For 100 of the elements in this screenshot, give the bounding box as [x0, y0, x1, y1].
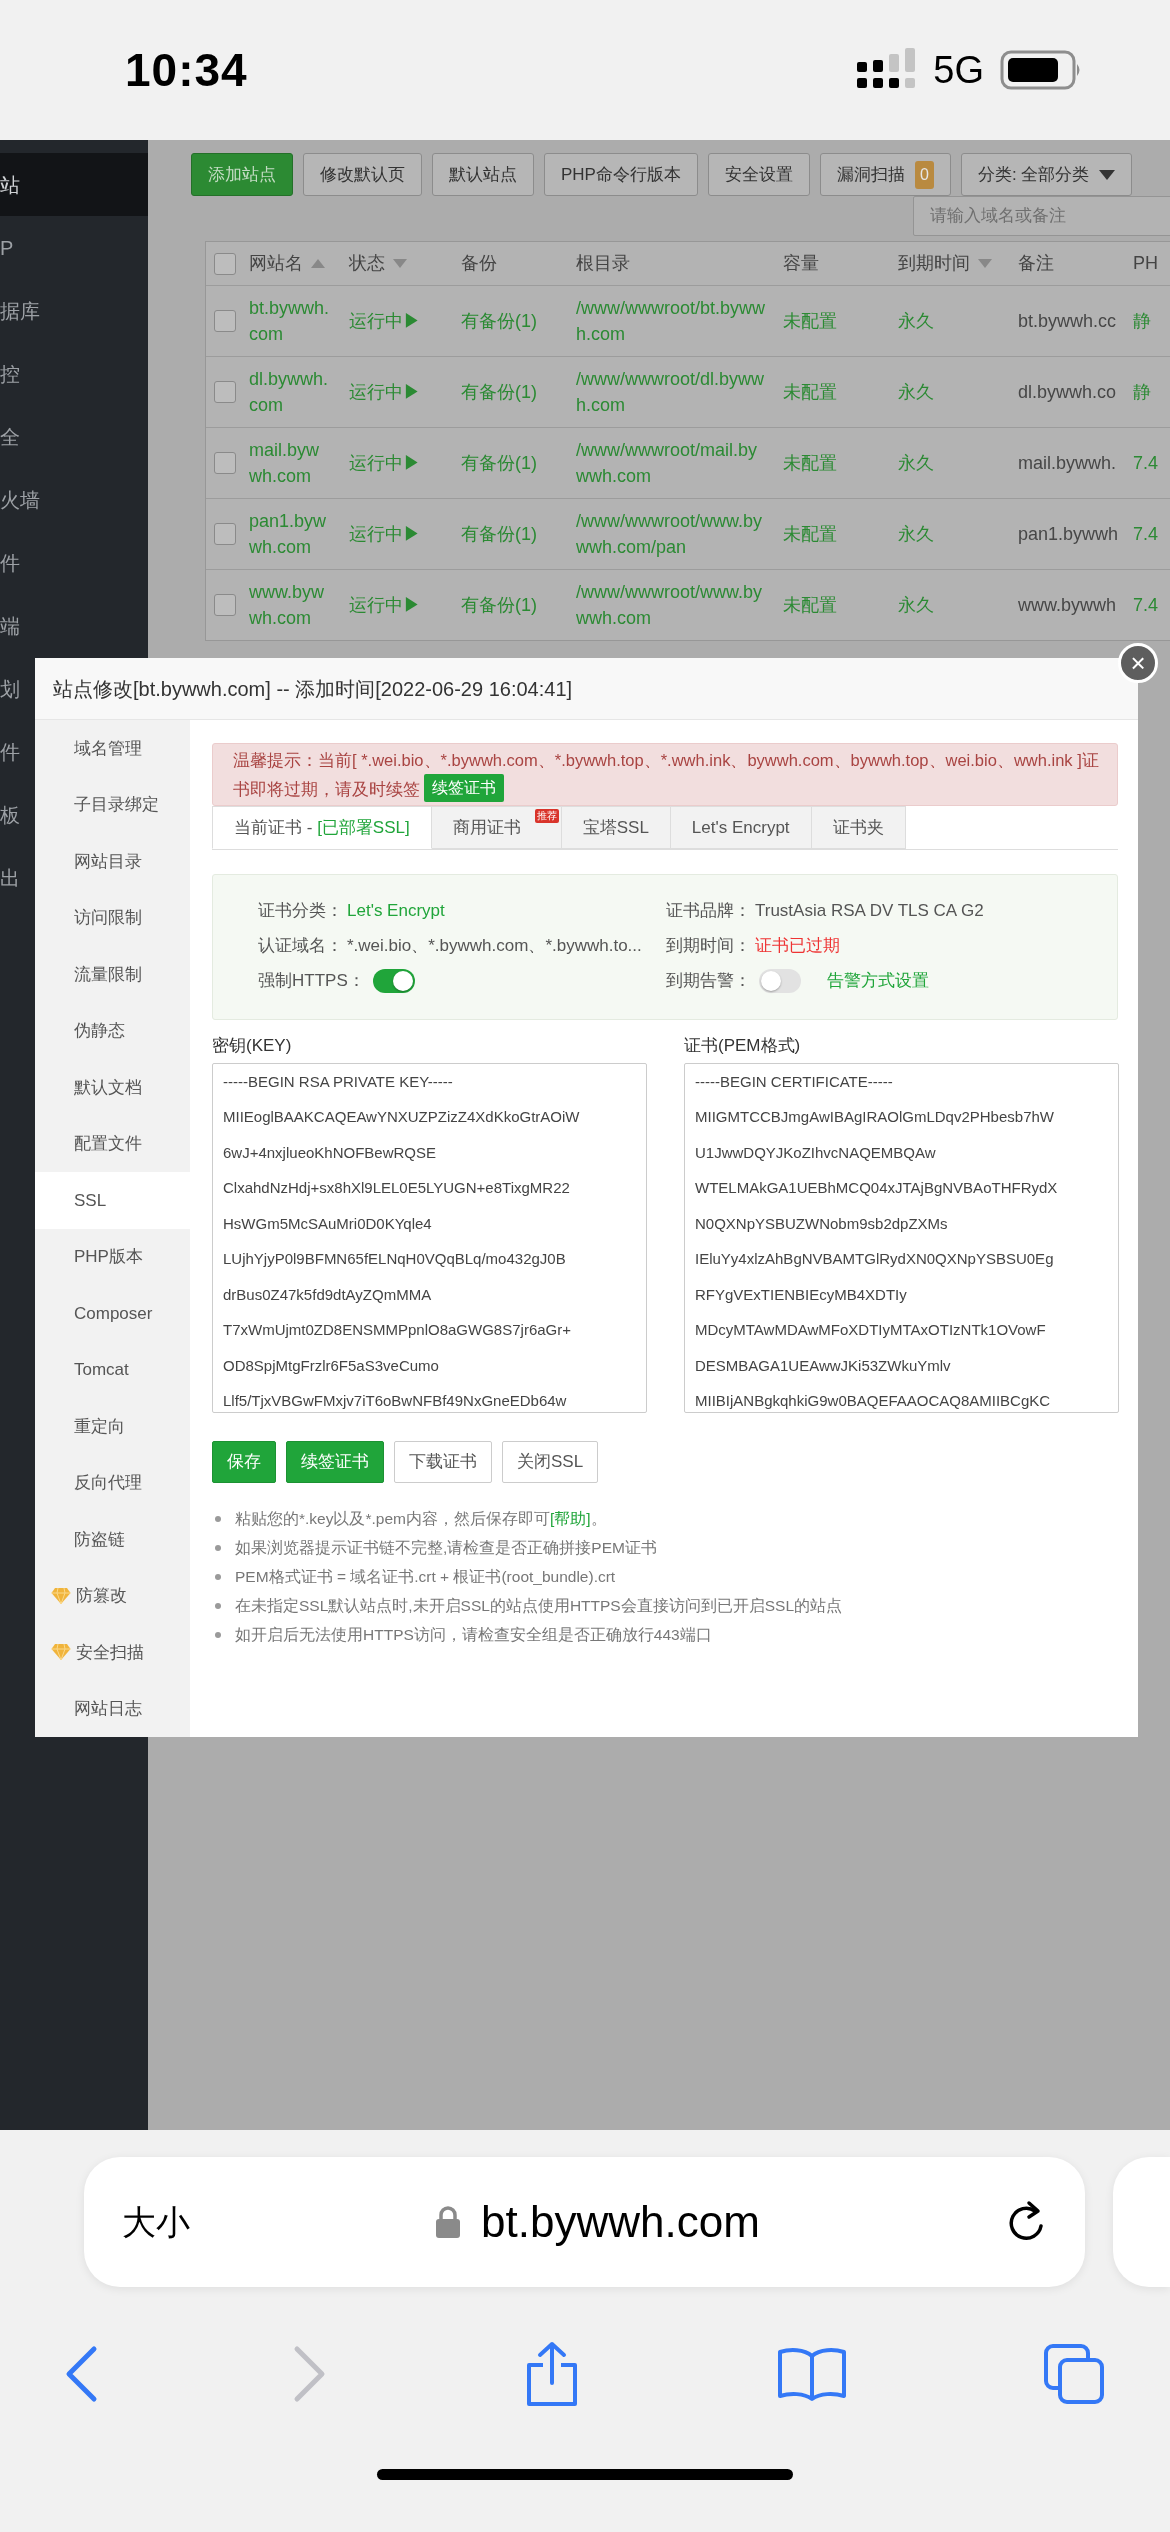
field-label: 强制HTTPS： [258, 969, 365, 992]
table-cell-text: 未配置 [783, 452, 838, 475]
field-label: 密钥(KEY) [212, 1035, 293, 1057]
sidebar-item[interactable]: 件 [0, 531, 148, 594]
help-link[interactable]: [帮助] [549, 1510, 591, 1528]
field-label: 到期时间： [666, 934, 751, 957]
menu-item[interactable]: SSL [35, 1172, 190, 1229]
toolbar-button[interactable]: 默认站点 [432, 153, 534, 196]
table-cell-text: 永久 [898, 381, 935, 404]
table-cell-text: 未配置 [783, 381, 838, 404]
row-checkbox[interactable] [214, 452, 236, 474]
table-cell-text: pan1.bywwh [1018, 523, 1120, 546]
search-field[interactable]: 请输入域名或备注 [913, 196, 1170, 236]
table-cell-text: 永久 [898, 452, 935, 475]
menu-item[interactable]: 子目录绑定 [35, 776, 190, 833]
count-badge: 0 [914, 160, 934, 189]
sort-icon[interactable] [311, 259, 325, 268]
sidebar-item[interactable]: 火墙 [0, 468, 148, 531]
tabs-icon[interactable] [1043, 2343, 1105, 2405]
sidebar-item[interactable]: 端 [0, 594, 148, 657]
menu-item[interactable]: 伪静态 [35, 1002, 190, 1059]
field-label: 证书(PEM格式) [684, 1035, 802, 1057]
caret-icon [1099, 169, 1116, 180]
toolbar-button[interactable]: PHP命令行版本 [544, 153, 698, 196]
menu-item[interactable]: 网站日志 [35, 1680, 190, 1737]
bookmarks-icon[interactable] [775, 2346, 848, 2402]
sidebar-item[interactable]: 全 [0, 405, 148, 468]
menu-item[interactable]: 默认文档 [35, 1059, 190, 1116]
tab[interactable]: 证书夹 [811, 806, 906, 849]
table-cell-text: 永久 [898, 523, 935, 546]
table-cell-text: 静 [1133, 381, 1152, 404]
sidebar-item[interactable]: 控 [0, 342, 148, 405]
row-checkbox[interactable] [214, 523, 236, 545]
url-text: bt.bywwh.com [481, 2196, 760, 2248]
tab[interactable]: Let's Encrypt [670, 806, 812, 849]
category-dropdown[interactable]: 分类: 全部分类 [960, 153, 1133, 196]
menu-item[interactable]: 反向代理 [35, 1454, 190, 1511]
field-value: 证书已过期 [755, 934, 840, 957]
field-value: TrustAsia RSA DV TLS CA G2 [755, 899, 984, 922]
note-text: 在未指定SSL默认站点时,未开启SSL的站点使用HTTPS会直接访问到已开启SSL的站点 [235, 1596, 842, 1617]
field-value: Let's Encrypt [347, 899, 445, 922]
toggle-switch[interactable] [372, 968, 415, 993]
toggle-switch[interactable] [759, 968, 801, 993]
column-header[interactable]: 状态 [349, 250, 385, 277]
tab[interactable]: 宝塔SSL [561, 806, 671, 849]
sidebar-item[interactable]: 站 [0, 153, 148, 216]
menu-item[interactable]: PHP版本 [35, 1228, 190, 1285]
field-value: *.wei.bio、*.bywwh.com、*.bywwh.to... [347, 934, 642, 957]
table-cell-text: 永久 [898, 310, 935, 333]
key-field[interactable]: -----BEGIN RSA PRIVATE KEY----- MIIEoglBAAKCAQEAwYNXUZPZizZ4XdKkoGtrAOiW 6wJ+4nxjlueoKhNOFBewRQSE ClxahdNzHdj+sx8hXl9LEL0E5LYUGN+e8TixgMR22 HsWGm5McSAuMri0D0KYqle4 LUjhYjyP0l9BFMN65fELNqH0VQqBLq/mo432gJ0B drBus0Z47k5fd9dtAyZQmMMA T7xWmUjmt0ZD8ENSMMPpnlO8aGWG8S7jr6aGr+ OD8SpjMtgFrzlr6F5aS3veCumo Llf5/TjxVBGwFMxjv7iT6oBwNFBf49NxGneEDb64w [212, 1062, 647, 1413]
tab[interactable]: 商用证书 推荐 [431, 806, 562, 849]
column-header: 备注 [1018, 252, 1054, 275]
back-icon[interactable] [64, 2345, 98, 2403]
action-button[interactable]: 关闭SSL [502, 1440, 599, 1483]
table-cell-text: 有备份(1) [461, 594, 538, 617]
sort-icon[interactable] [978, 259, 992, 268]
table-cell-text: 有备份(1) [461, 523, 538, 546]
menu-item[interactable]: 配置文件 [35, 1115, 190, 1172]
toolbar-button[interactable]: 安全设置 [707, 153, 810, 196]
menu-item[interactable]: 安全扫描 [35, 1624, 190, 1681]
table-cell-text: 有备份(1) [461, 381, 538, 404]
certificate-field[interactable]: -----BEGIN CERTIFICATE----- MIIGMTCCBJmgAwIBAgIRAOlGmLDqv2PHbesb7hW U1JwwDQYJKoZIhvcNAQEMBQAw WTELMAkGA1UEBhMCQ04xJTAjBgNVBAoTHFRydX N0QXNpYSBUZWNobm9sb2dpZXMs IEluYy4xlzAhBgNVBAMTGlRydXN0QXNpYSBSU0Eg RFYgVExTIENBIEcyMB4XDTIy MDcyMTAwMDAwMFoXDTIyMTAxOTIzNTk1OVowF DESMBAGA1UEAwwJKi53ZWkuYmlv MIIBIjANBgkqhkiG9w0BAQEFAAOCAQ8AMIIBCgKC [684, 1062, 1119, 1413]
menu-item[interactable]: Composer [35, 1285, 190, 1342]
column-header[interactable]: 网站名 [249, 250, 303, 277]
table-cell-text: 未配置 [783, 310, 838, 333]
column-header[interactable]: 到期时间 [898, 250, 970, 277]
row-checkbox[interactable] [214, 594, 236, 616]
menu-item[interactable]: 访问限制 [35, 889, 190, 946]
menu-item[interactable]: 防篡改 [35, 1567, 190, 1624]
table-cell-text: mail.bywwh. [1018, 452, 1118, 475]
menu-item[interactable]: Tomcat [35, 1341, 190, 1398]
sidebar-item[interactable]: 据库 [0, 279, 148, 342]
sort-icon[interactable] [393, 259, 407, 268]
text-size-button[interactable]: 大小 [122, 2196, 190, 2248]
field-label: 到期告警： [666, 969, 751, 992]
menu-item[interactable]: 重定向 [35, 1398, 190, 1455]
toolbar-button[interactable]: 修改默认页 [303, 153, 422, 196]
sidebar-item[interactable]: P [0, 216, 148, 279]
action-button[interactable]: 下载证书 [394, 1440, 492, 1483]
row-checkbox[interactable] [214, 381, 236, 403]
note-text: 如开启后无法使用HTTPS访问，请检查安全组是否正确放行443端口 [235, 1625, 712, 1646]
tab-preview[interactable] [1113, 2157, 1170, 2287]
table-cell-text: 永久 [898, 594, 935, 617]
menu-item[interactable]: 流量限制 [35, 946, 190, 1003]
select-all-checkbox[interactable] [214, 252, 236, 275]
toolbar-button[interactable]: 漏洞扫描 0 [819, 153, 951, 196]
row-checkbox[interactable] [214, 310, 236, 332]
recommend-ribbon: 推荐 [534, 809, 559, 823]
table-cell-text: 7.4 [1133, 523, 1160, 546]
menu-item[interactable]: 网站目录 [35, 833, 190, 890]
bullet-icon [215, 1574, 221, 1580]
table-cell-text: 未配置 [783, 594, 838, 617]
diamond-icon [51, 1643, 71, 1662]
column-header: PH [1133, 252, 1158, 275]
note-text: 如果浏览器提示证书链不完整,请检查是否正确拼接PEM证书 [235, 1538, 657, 1559]
menu-item[interactable]: 防盗链 [35, 1511, 190, 1568]
menu-item[interactable]: 域名管理 [35, 720, 190, 777]
address-bar[interactable]: 大小 bt.bywwh.com [84, 2157, 1085, 2287]
bullet-icon [215, 1603, 221, 1609]
tab[interactable]: 当前证书 - [已部署SSL] [212, 806, 432, 849]
